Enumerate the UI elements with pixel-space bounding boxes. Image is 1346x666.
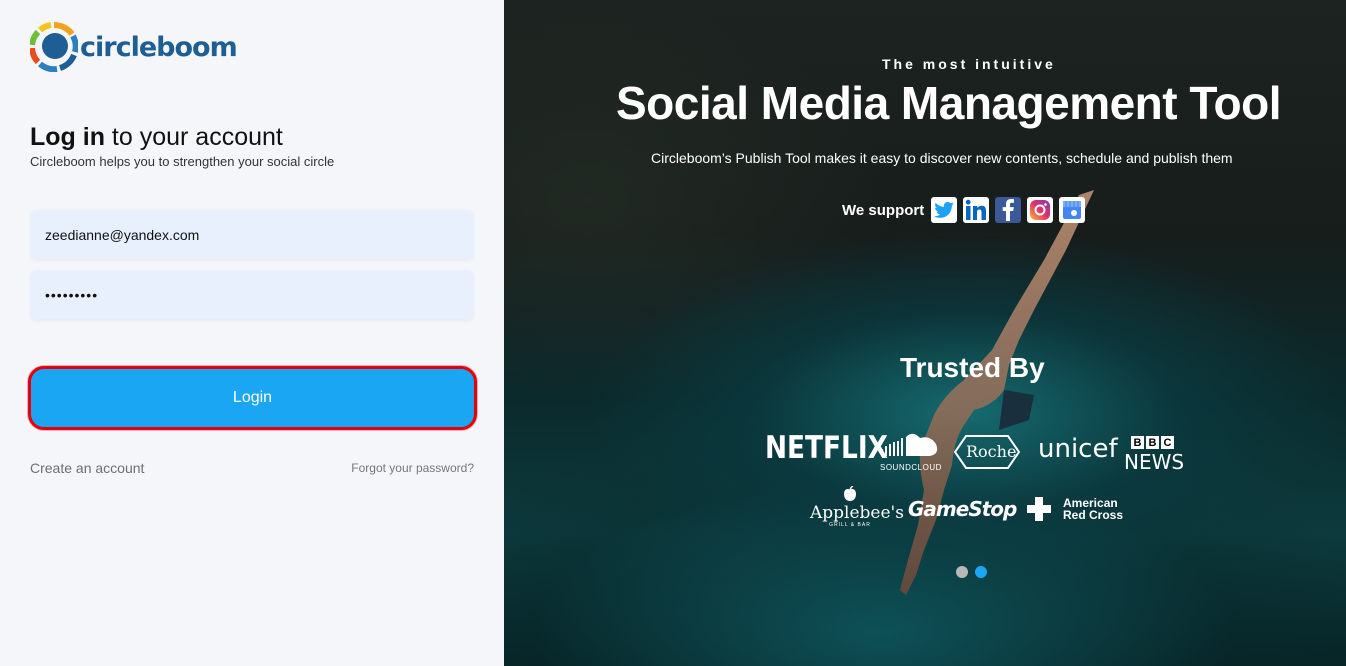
roche-text: Roche — [966, 442, 1017, 461]
bbc-news-text: NEWS — [1124, 450, 1185, 474]
gamestop-logo: GameStop — [908, 497, 1017, 521]
login-button[interactable]: Login — [28, 366, 477, 430]
hero-description: Circleboom’s Publish Tool makes it easy … — [651, 150, 1233, 166]
email-field[interactable] — [30, 210, 474, 259]
support-label: We support — [842, 201, 925, 219]
create-account-link[interactable]: Create an account — [30, 460, 144, 476]
logo-text: circleboom — [80, 31, 238, 63]
login-panel: circleboom Log in to your account Circle… — [0, 0, 504, 666]
page-subtitle: Circleboom helps you to strengthen your … — [30, 154, 335, 169]
password-field[interactable] — [30, 270, 474, 319]
google-my-business-icon — [1059, 197, 1086, 223]
bbc-news-logo: B B C NEWS — [1124, 436, 1185, 474]
facebook-icon — [995, 197, 1022, 223]
hero-headline: Social Media Management Tool — [616, 77, 1282, 129]
roche-logo: Roche — [954, 434, 1020, 470]
instagram-icon — [1027, 197, 1054, 223]
soundcloud-icon — [881, 433, 938, 456]
soundcloud-text: SOUNDCLOUD — [880, 463, 942, 472]
linkedin-icon — [963, 197, 990, 223]
supported-platforms: We support — [842, 197, 1091, 223]
hero-tagline: The most intuitive — [882, 56, 1056, 72]
unicef-logo: unicef — [1038, 434, 1118, 464]
circleboom-logo-icon — [30, 22, 78, 72]
forgot-password-link[interactable]: Forgot your password? — [351, 461, 474, 475]
page-title: Log in to your account — [30, 123, 283, 152]
carousel-dot-1[interactable] — [956, 566, 968, 578]
title-bold: Log in — [30, 123, 105, 151]
carousel-dot-2[interactable] — [975, 566, 987, 578]
circleboom-logo[interactable]: circleboom — [30, 22, 238, 72]
title-rest: to your account — [104, 123, 283, 151]
red-cross-text-2: Red Cross — [1063, 508, 1124, 522]
applebees-text: Applebee's — [810, 503, 904, 523]
applebees-logo: Applebee's GRILL & BAR — [810, 485, 904, 528]
soundcloud-logo: SOUNDCLOUD — [880, 432, 942, 472]
diver-background-image — [900, 190, 1094, 595]
netflix-logo: NETFLIX — [765, 430, 888, 466]
hero-panel: The most intuitive Social Media Manageme… — [504, 0, 1346, 666]
red-cross-icon — [1027, 497, 1051, 521]
red-cross-logo: American Red Cross — [1026, 496, 1123, 522]
twitter-icon — [931, 197, 958, 223]
apple-icon — [844, 485, 856, 501]
trusted-by-heading: Trusted By — [900, 352, 1045, 383]
